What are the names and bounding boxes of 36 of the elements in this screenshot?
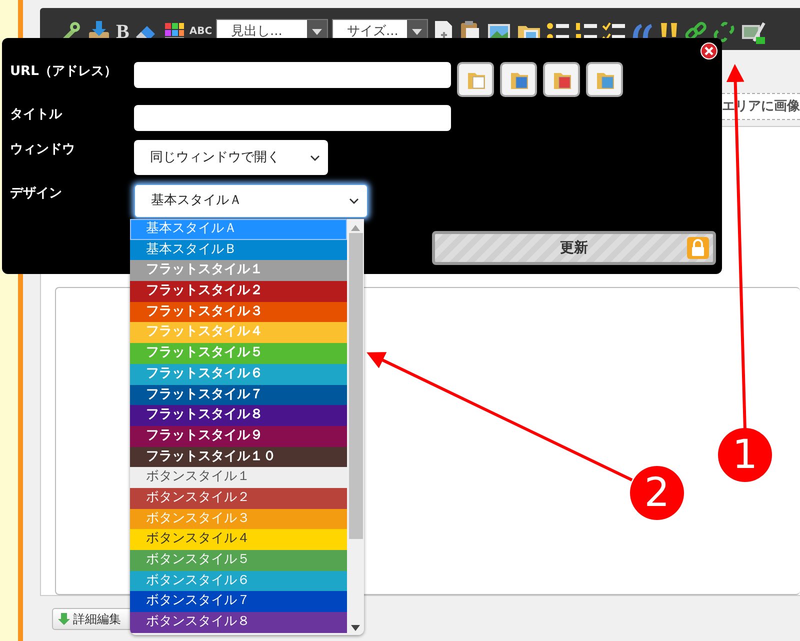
dropdown-option[interactable]: フラットスタイル１０ [130, 446, 347, 468]
file-browse-button[interactable] [586, 62, 623, 97]
caret-icon [312, 28, 322, 35]
window-select[interactable]: 同じウィンドウで開く [134, 140, 328, 175]
dropdown-option[interactable]: フラットスタイル７ [130, 384, 347, 406]
lock-icon [687, 237, 709, 259]
design-select[interactable]: 基本スタイルＡ [134, 184, 368, 218]
file-browse-button[interactable] [500, 62, 537, 97]
field-label: URL（アドレス） [9, 63, 118, 81]
down-arrow-icon [57, 612, 71, 626]
field-label: ウィンドウ [9, 141, 76, 159]
close-icon[interactable] [700, 42, 718, 60]
scroll-down-icon [351, 625, 360, 631]
dropdown-option[interactable]: フラットスタイル２ [130, 281, 347, 302]
field-label: タイトル [9, 106, 64, 124]
dropdown-option[interactable]: フラットスタイル８ [130, 405, 347, 426]
field-label: デザイン [9, 185, 63, 203]
scroll-up-icon [351, 225, 360, 231]
dropdown-option[interactable]: ボタンスタイル４ [130, 529, 347, 550]
dropdown-option[interactable]: ボタンスタイル７ [130, 591, 347, 612]
file-browse-button[interactable] [543, 62, 580, 97]
bold-button[interactable]: B [116, 22, 130, 42]
dropdown-option[interactable]: フラットスタイル９ [130, 426, 347, 447]
caret-icon [412, 28, 422, 35]
title-field[interactable] [134, 105, 451, 131]
dropdown-option[interactable]: 基本スタイルＢ [130, 240, 347, 260]
dropdown-option[interactable]: ボタンスタイル２ [130, 488, 347, 509]
scrollbar[interactable] [347, 219, 364, 635]
chevron-icon [349, 198, 359, 204]
dropdown-option[interactable]: ボタンスタイル８ [130, 612, 347, 633]
url-field[interactable] [134, 62, 451, 88]
spellcheck-button[interactable]: ABC [189, 24, 212, 40]
file-browse-button[interactable] [457, 62, 494, 97]
dropdown-option[interactable]: フラットスタイル３ [130, 302, 347, 322]
chevron-icon [310, 154, 320, 160]
update-button[interactable]: 更新 [432, 231, 716, 265]
